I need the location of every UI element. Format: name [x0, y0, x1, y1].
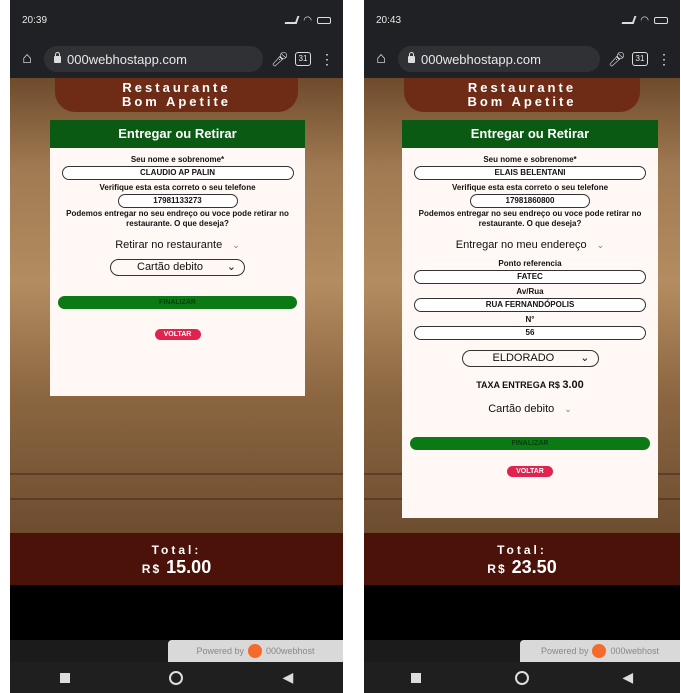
- phone-label: Verifique esta esta correto o seu telefo…: [99, 183, 256, 192]
- reference-label: Ponto referencia: [498, 259, 562, 268]
- payment-select[interactable]: Cartão debito ⌄: [110, 259, 245, 276]
- payment-select-value: Cartão debito: [488, 403, 555, 415]
- payment-select-value: Cartão debito: [137, 261, 204, 273]
- neighborhood-select[interactable]: ELDORADO ⌄: [461, 350, 599, 367]
- number-label: N°: [525, 315, 535, 324]
- total-bar: Total: R$ 23.50: [364, 533, 680, 585]
- finalize-button[interactable]: FINALIZAR: [410, 437, 650, 450]
- android-nav-bar: ◀: [364, 662, 680, 693]
- back-nav-icon[interactable]: ◀: [622, 669, 633, 686]
- card-title: Entregar ou Retirar: [402, 120, 658, 148]
- phone-field[interactable]: 17981860800: [470, 194, 590, 208]
- reference-field[interactable]: FATEC: [414, 270, 646, 284]
- brand-line1: Restaurante: [467, 80, 577, 95]
- page-content: Restaurante Bom Apetite Entregar ou Reti…: [364, 78, 680, 533]
- wifi-icon: ◠: [303, 14, 312, 26]
- powered-by-badge[interactable]: Powered by 000webhost: [520, 640, 680, 662]
- recents-icon[interactable]: [410, 672, 421, 683]
- street-field[interactable]: RUA FERNANDÓPOLIS: [414, 298, 646, 312]
- total-label: Total:: [497, 543, 547, 557]
- battery-icon: [317, 16, 331, 24]
- finalize-button[interactable]: FINALIZAR: [58, 296, 297, 309]
- tabs-button[interactable]: 31: [632, 52, 648, 66]
- status-bar: 20:43 ◠: [364, 0, 680, 40]
- restaurant-logo: Restaurante Bom Apetite: [404, 78, 640, 112]
- total-currency: R$: [487, 562, 507, 576]
- delivery-select-value: Entregar no meu endereço: [455, 239, 587, 251]
- url-text: 000webhostapp.com: [67, 51, 187, 67]
- lock-icon: [54, 51, 61, 63]
- address-bar[interactable]: 000webhostapp.com: [398, 46, 600, 72]
- chevron-down-icon: ⌄: [596, 239, 605, 250]
- phone-field[interactable]: 17981133273: [117, 194, 238, 208]
- status-time: 20:43: [376, 14, 402, 26]
- delivery-select[interactable]: Entregar no meu endereço ⌄: [410, 239, 650, 251]
- name-field[interactable]: ELAIS BELENTANI: [414, 166, 646, 180]
- restaurant-logo: Restaurante Bom Apetite: [55, 78, 298, 112]
- signal-icon: [284, 16, 300, 24]
- tabs-button[interactable]: 31: [295, 52, 311, 66]
- total-value: 15.00: [166, 557, 212, 577]
- total-currency: R$: [141, 562, 162, 576]
- phone-screen-left: 20:39 ◠ ⌂ 000webhostapp.com 🎤︎ 31 ⋮ Rest…: [10, 0, 343, 693]
- webhost-logo-icon: [247, 644, 262, 658]
- address-bar[interactable]: 000webhostapp.com: [44, 46, 263, 72]
- brand-line1: Restaurante: [122, 80, 231, 95]
- phone-label: Verifique esta esta correto o seu telefo…: [451, 183, 609, 192]
- home-nav-icon[interactable]: [169, 670, 184, 685]
- recents-icon[interactable]: [59, 672, 70, 683]
- delivery-question: Podemos entregar no seu endreço ou voce …: [418, 209, 642, 228]
- back-button[interactable]: VOLTAR: [154, 329, 201, 340]
- delivery-select-value: Retirar no restaurante: [115, 239, 223, 251]
- delivery-question: Podemos entregar no seu endreço ou voce …: [66, 209, 289, 228]
- home-icon[interactable]: ⌂: [18, 50, 36, 68]
- chevron-down-icon: ⌄: [564, 403, 572, 414]
- brand-line2: Bom Apetite: [467, 94, 577, 109]
- more-menu-icon[interactable]: ⋮: [656, 51, 672, 68]
- phone-screen-right: 20:43 ◠ ⌂ 000webhostapp.com 🎤︎ 31 ⋮ Rest…: [364, 0, 680, 693]
- total-label: Total:: [151, 543, 202, 557]
- webhost-logo-icon: [592, 644, 607, 658]
- chevron-down-icon: ⌄: [580, 352, 590, 364]
- brand-line2: Bom Apetite: [121, 94, 232, 109]
- powered-by-badge[interactable]: Powered by 000webhost: [168, 640, 343, 662]
- lock-icon: [408, 51, 415, 63]
- fee-label: TAXA ENTREGA R$: [476, 380, 560, 390]
- page-content: Restaurante Bom Apetite Entregar ou Reti…: [10, 78, 343, 533]
- total-bar: Total: R$ 15.00: [10, 533, 343, 585]
- home-icon[interactable]: ⌂: [372, 50, 390, 68]
- payment-select[interactable]: Cartão debito ⌄: [410, 403, 650, 415]
- street-label: Av/Rua: [516, 287, 544, 296]
- mic-icon[interactable]: 🎤︎: [608, 51, 626, 68]
- android-nav-bar: ◀: [10, 662, 343, 693]
- back-button[interactable]: VOLTAR: [507, 466, 553, 477]
- signal-icon: [621, 16, 637, 24]
- status-bar: 20:39 ◠: [10, 0, 343, 40]
- card-title: Entregar ou Retirar: [50, 120, 305, 148]
- more-menu-icon[interactable]: ⋮: [319, 51, 335, 68]
- wifi-icon: ◠: [640, 14, 649, 26]
- chevron-down-icon: ⌄: [226, 261, 236, 273]
- number-field[interactable]: 56: [414, 326, 646, 340]
- browser-toolbar: ⌂ 000webhostapp.com 🎤︎ 31 ⋮: [10, 40, 343, 78]
- delivery-select[interactable]: Retirar no restaurante ⌄: [58, 239, 297, 251]
- back-nav-icon[interactable]: ◀: [283, 669, 294, 686]
- name-label: Seu nome e sobrenome*: [130, 155, 225, 164]
- fee-value: 3.00: [562, 379, 584, 391]
- chevron-down-icon: ⌄: [232, 239, 240, 250]
- mic-icon[interactable]: 🎤︎: [271, 51, 289, 68]
- status-time: 20:39: [22, 14, 48, 26]
- order-card: Entregar ou Retirar Seu nome e sobrenome…: [402, 120, 658, 518]
- battery-icon: [654, 16, 668, 24]
- neighborhood-select-value: ELDORADO: [492, 352, 555, 364]
- name-label: Seu nome e sobrenome*: [483, 155, 577, 164]
- browser-toolbar: ⌂ 000webhostapp.com 🎤︎ 31 ⋮: [364, 40, 680, 78]
- delivery-fee: TAXA ENTREGA R$ 3.00: [410, 379, 650, 391]
- total-value: 23.50: [511, 557, 557, 577]
- name-field[interactable]: CLAUDIO AP PALIN: [61, 166, 294, 180]
- order-card: Entregar ou Retirar Seu nome e sobrenome…: [50, 120, 305, 396]
- url-text: 000webhostapp.com: [421, 51, 541, 67]
- home-nav-icon[interactable]: [514, 670, 529, 685]
